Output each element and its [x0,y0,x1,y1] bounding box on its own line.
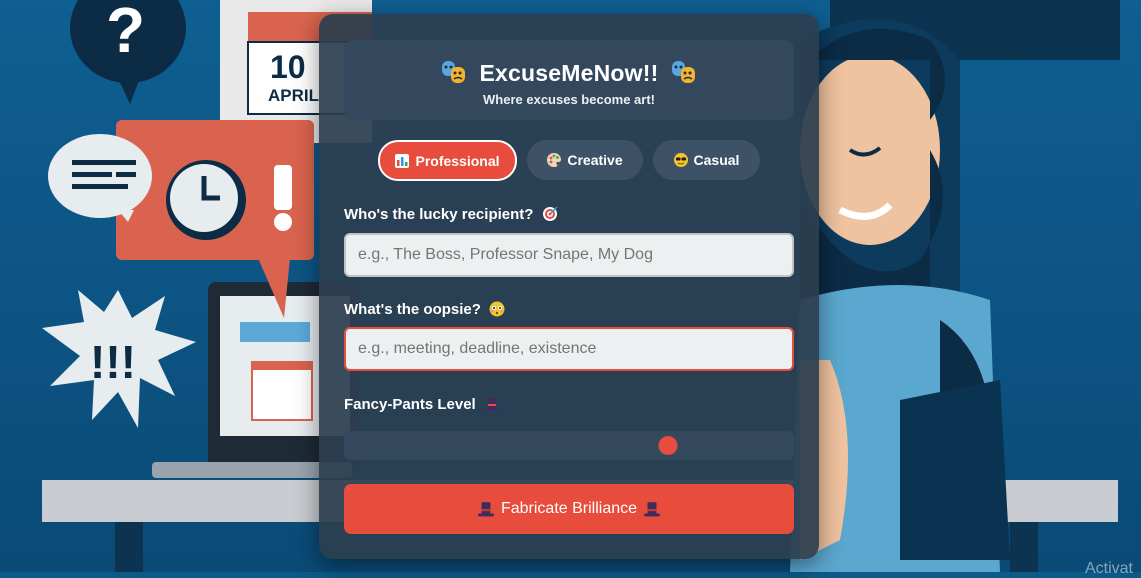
activation-watermark: Activat [1084,560,1133,577]
oopsie-label-text: What's the oopsie? [344,301,481,318]
tab-label: Casual [693,152,740,168]
app-title-row: ExcuseMeNow!! [344,59,794,87]
fabricate-brilliance-label: Fabricate Brilliance [500,500,638,517]
app-tagline: Where excuses become art! [483,92,655,107]
fancy-level-label: Fancy-Pants Level [344,396,500,413]
exclamations-text: !!! [90,336,136,388]
top-hat-icon [484,398,499,411]
oopsie-input[interactable] [344,327,794,371]
excuse-generator-card: ExcuseMeNow!! Where excuses become art! … [319,14,819,559]
sunglasses-face-icon [673,153,688,167]
target-icon [542,206,558,221]
recipient-input[interactable] [344,233,794,277]
tab-label: Professional [415,152,500,169]
slider-thumb[interactable] [658,436,678,455]
app-header: ExcuseMeNow!! Where excuses become art! [344,40,794,120]
tab-creative[interactable]: Creative [527,140,643,180]
fabricate-brilliance-button[interactable]: Fabricate Brilliance [344,484,794,534]
tab-label: Creative [567,152,623,168]
palette-icon [547,153,562,167]
recipient-label-text: Who's the lucky recipient? [344,206,534,223]
calendar-day-text: 10 [270,49,306,85]
oopsie-label: What's the oopsie? [344,301,505,318]
theater-masks-icon [441,61,465,83]
theater-masks-icon [672,61,696,83]
question-mark-text: ? [106,0,145,66]
chart-icon [395,153,410,168]
app-title: ExcuseMeNow!! [479,60,659,86]
fancy-level-label-text: Fancy-Pants Level [344,396,476,413]
tab-casual[interactable]: Casual [653,140,760,180]
fancy-level-slider[interactable] [344,431,794,460]
top-hat-icon [644,502,660,517]
flushed-face-icon [489,301,505,317]
recipient-label: Who's the lucky recipient? [344,206,558,223]
calendar-month-text: APRIL [268,86,319,105]
style-tabs: Professional Creative Casual [319,140,819,182]
tab-professional[interactable]: Professional [378,140,517,181]
top-hat-icon [478,502,494,517]
